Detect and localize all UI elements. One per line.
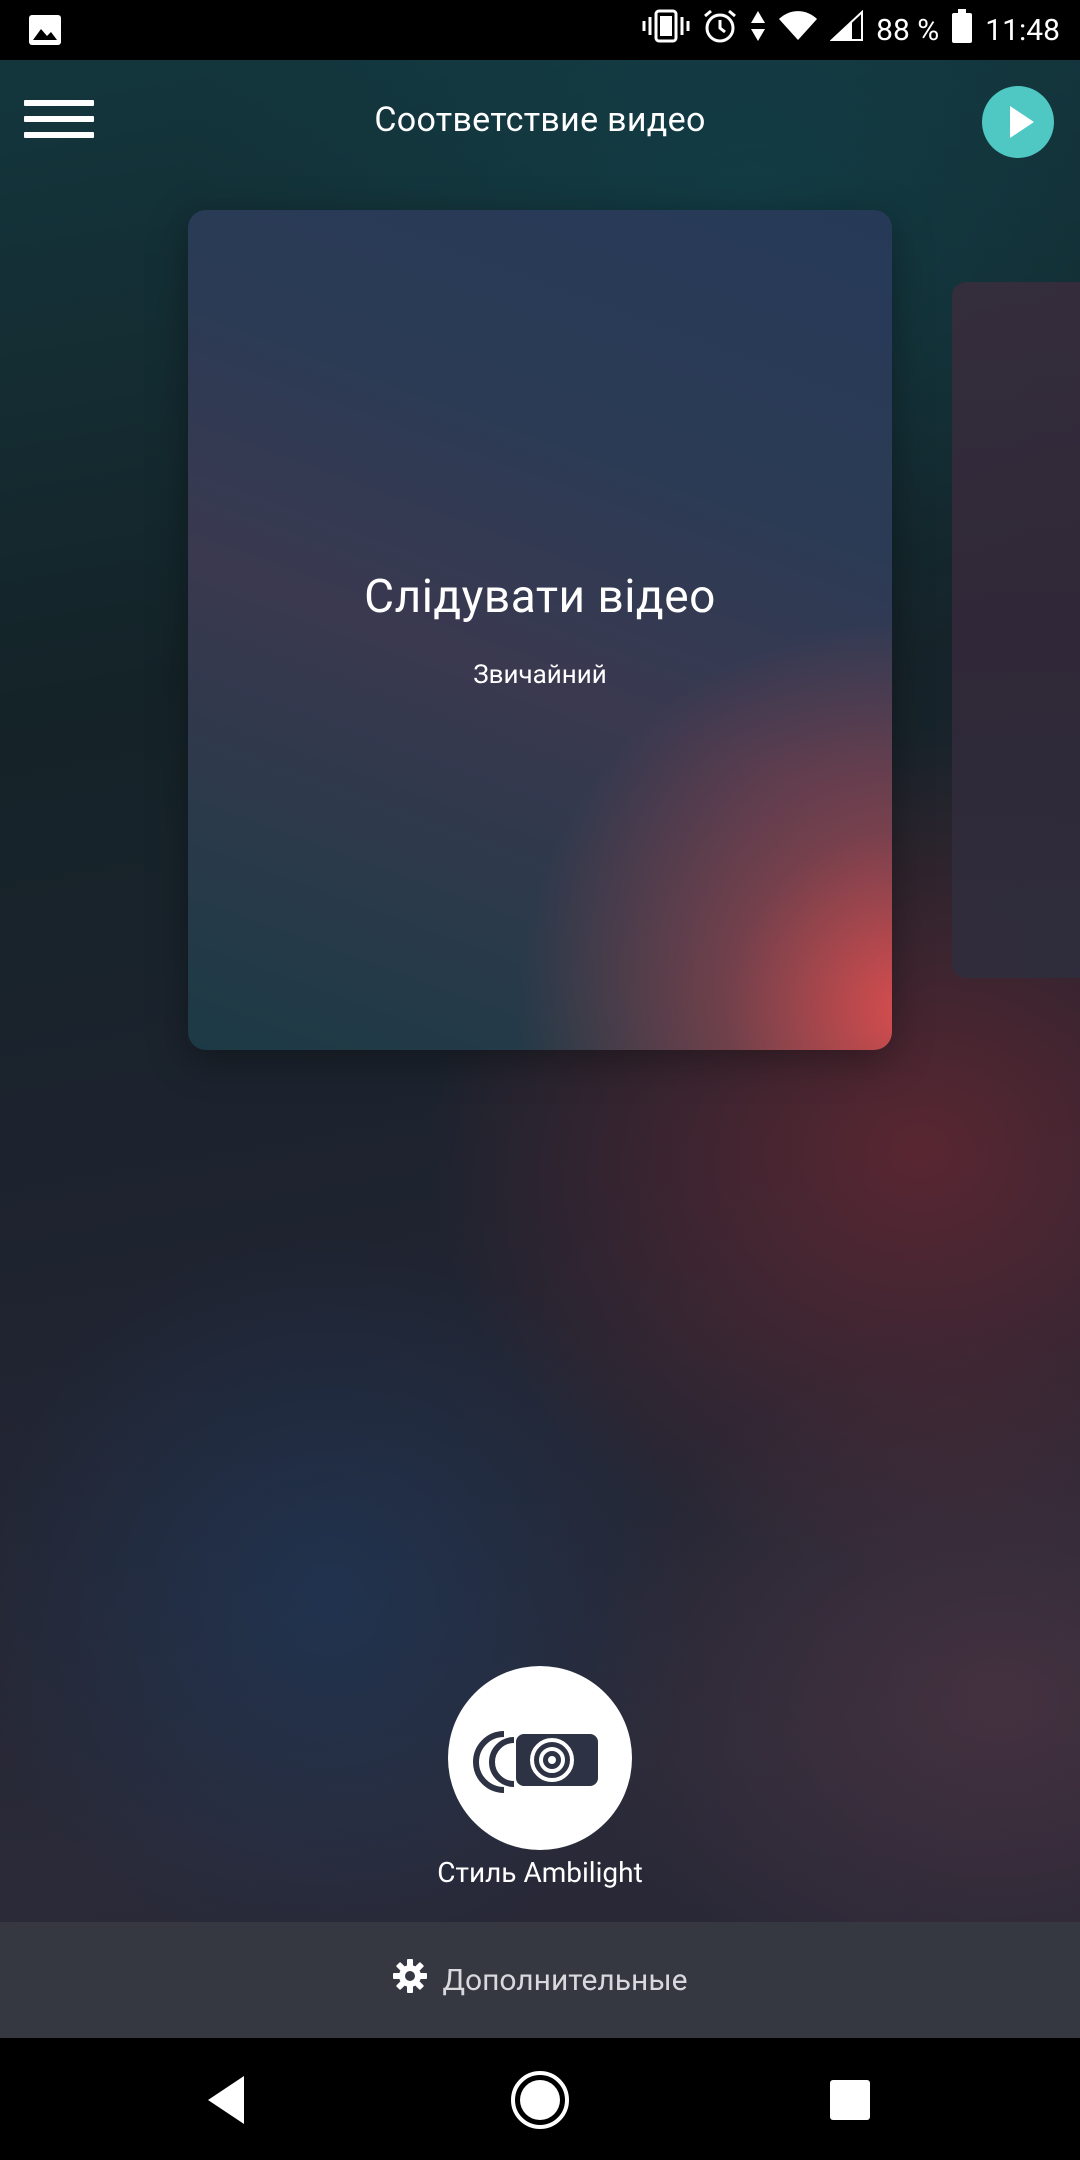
projector-icon [473, 1731, 598, 1793]
signal-icon [829, 9, 864, 50]
advanced-settings-bar[interactable]: Дополнительные [0, 1922, 1080, 2038]
clock: 11:48 [985, 12, 1060, 48]
status-icons: 88 % 11:48 [642, 0, 1060, 60]
wifi-icon [778, 10, 818, 50]
hamburger-menu-icon[interactable] [20, 96, 100, 146]
play-button[interactable] [982, 86, 1054, 158]
image-icon [28, 14, 62, 46]
home-icon[interactable] [508, 2068, 572, 2132]
screen: 88 % 11:48 Соответствие видео Слідувати … [0, 0, 1080, 2160]
page-title: Соответствие видео [374, 100, 706, 140]
recents-icon[interactable] [818, 2068, 882, 2132]
gear-icon [392, 1958, 428, 2002]
battery-icon [951, 8, 973, 52]
play-icon [1010, 106, 1034, 138]
card-subtitle: Звичайний [473, 660, 607, 690]
card-title: Слідувати відео [364, 570, 716, 624]
alarm-icon [702, 8, 738, 52]
ambilight-style-button[interactable] [448, 1666, 632, 1850]
vibrate-icon [642, 9, 690, 51]
data-arrows-icon [750, 9, 766, 51]
advanced-label: Дополнительные [442, 1962, 688, 1998]
back-icon[interactable] [196, 2068, 260, 2132]
system-nav-bar [0, 2038, 1080, 2160]
app-header: Соответствие видео [0, 60, 1080, 186]
ambilight-style-label: Стиль Ambilight [437, 1856, 643, 1889]
battery-percent: 88 % [876, 12, 940, 48]
mode-card-next[interactable] [952, 282, 1080, 978]
mode-card-follow-video[interactable]: Слідувати відео Звичайний [188, 210, 892, 1050]
status-bar: 88 % 11:48 [0, 0, 1080, 60]
